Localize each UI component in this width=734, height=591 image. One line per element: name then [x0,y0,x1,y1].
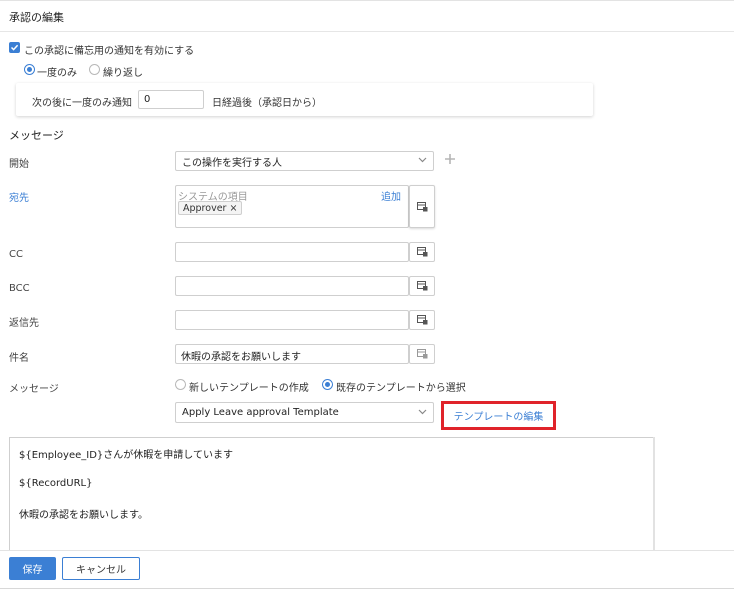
message-line: 休暇の承認をお願いします。 [19,510,148,521]
subject-label: 件名 [9,353,29,364]
recipient-chip: Approver × [178,201,243,215]
merge-field-icon [416,349,427,359]
save-button[interactable]: 保存 [9,557,56,580]
radio-once[interactable] [24,64,35,75]
page-title: 承認の編集 [9,11,64,24]
to-add-link[interactable]: 追加 [381,188,401,203]
subject-field-picker-button[interactable] [409,344,435,364]
from-select-value: この操作を実行する人 [182,157,282,169]
merge-field-icon [416,201,427,211]
reminder-checkbox-label: この承認に備忘用の通知を有効にする [24,46,195,57]
radio-repeat-label: 繰り返し [103,68,143,79]
bcc-field[interactable] [175,276,409,296]
radio-existing-template-label: 既存のテンプレートから選択 [336,383,466,394]
from-label: 開始 [9,159,29,170]
footer-divider [0,550,734,551]
to-field-picker-button[interactable] [409,185,435,228]
message-line: ${Employee_ID}さんが休暇を申請しています [19,450,233,461]
cancel-button[interactable]: キャンセル [62,557,140,580]
cc-field[interactable] [175,242,409,262]
subject-field[interactable]: 休暇の承認をお願いします [175,344,409,364]
bcc-label: BCC [9,283,30,294]
bottom-border [0,588,734,589]
reply-to-field[interactable] [175,310,409,330]
reply-to-field-picker-button[interactable] [409,310,435,330]
bcc-field-picker-button[interactable] [409,276,435,296]
title-divider [0,31,734,32]
reply-to-label: 返信先 [9,318,39,329]
message-label: メッセージ [9,384,59,395]
notify-prefix-label: 次の後に一度のみ通知 [32,98,132,109]
radio-repeat[interactable] [89,64,100,75]
merge-field-icon [416,315,427,325]
edit-template-label: テンプレートの編集 [453,412,544,423]
cc-label: CC [9,249,23,260]
message-body-scrollbar[interactable] [653,437,655,550]
radio-existing-template[interactable] [322,379,333,390]
recipient-chip-label: Approver [183,202,227,214]
message-body[interactable]: ${Employee_ID}さんが休暇を申請しています ${RecordURL}… [9,437,655,550]
notify-days-input[interactable] [138,90,204,109]
message-line: ${RecordURL} [19,478,93,489]
close-icon[interactable]: × [229,203,237,214]
from-select[interactable]: この操作を実行する人 [175,151,434,171]
template-select-value: Apply Leave approval Template [182,407,339,418]
template-select[interactable]: Apply Leave approval Template [175,402,434,423]
check-icon [10,44,19,51]
chevron-down-icon [418,156,427,166]
radio-new-template-label: 新しいテンプレートの作成 [189,383,309,394]
merge-field-icon [416,247,427,257]
notify-suffix-label: 日経過後（承認日から） [212,98,322,109]
reminder-checkbox[interactable] [9,42,20,53]
cc-field-picker-button[interactable] [409,242,435,262]
subject-field-value: 休暇の承認をお願いします [181,352,301,363]
edit-template-link[interactable]: テンプレートの編集 [441,401,556,430]
plus-icon [445,154,455,164]
merge-field-icon [416,281,427,291]
radio-once-label: 一度のみ [37,68,77,79]
to-label: 宛先 [9,193,29,204]
top-border [0,0,734,1]
message-section-title: メッセージ [9,129,64,142]
radio-new-template[interactable] [175,379,186,390]
add-from-button[interactable] [444,153,456,168]
chevron-down-icon [418,408,427,418]
